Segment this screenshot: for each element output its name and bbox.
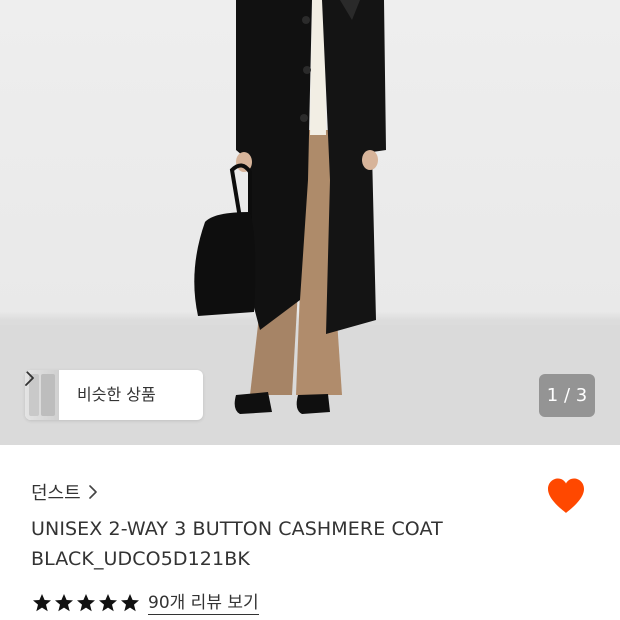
review-link[interactable]: 90개 리뷰 보기	[148, 592, 259, 615]
star-icon	[33, 594, 51, 612]
brand-link[interactable]: 던스트	[31, 478, 97, 506]
product-title-line2: BLACK_UDCO5D121BK	[31, 548, 250, 570]
star-icon	[77, 594, 95, 612]
chevron-right-icon	[88, 485, 97, 499]
brand-name: 던스트	[31, 483, 81, 504]
product-detail-page: 비슷한 상품 1 / 3 던스트 UNISEX 2-WAY 3 BUTTON C…	[0, 0, 620, 620]
product-title-line1: UNISEX 2-WAY 3 BUTTON CASHMERE COAT	[31, 518, 443, 540]
chevron-right-icon	[25, 370, 34, 386]
similar-products-label: 비슷한 상품	[77, 385, 156, 404]
star-icon	[99, 594, 117, 612]
star-icon	[121, 594, 139, 612]
product-title: UNISEX 2-WAY 3 BUTTON CASHMERE COAT BLAC…	[31, 514, 571, 574]
similar-products-button[interactable]: 비슷한 상품	[25, 370, 203, 420]
image-counter-badge: 1 / 3	[539, 374, 595, 417]
star-icon	[55, 594, 73, 612]
heart-icon[interactable]	[546, 477, 586, 515]
rating-row: 90개 리뷰 보기	[32, 590, 259, 616]
rating-stars	[32, 593, 142, 613]
product-image-carousel[interactable]: 비슷한 상품 1 / 3	[0, 0, 620, 445]
